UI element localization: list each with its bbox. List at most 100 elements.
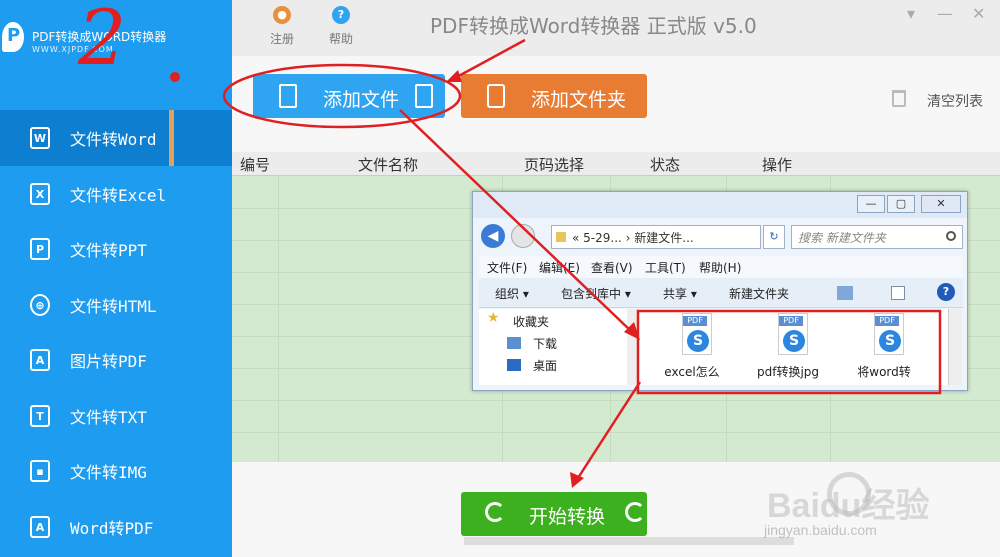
globe-icon: ⊕ [30, 294, 50, 316]
image-file-icon: ▪ [30, 460, 50, 482]
explorer-file-list: PDF S excel怎么 PDF S pdf转换jpg PDF S 将word… [638, 309, 948, 385]
nav-item-label: 收藏夹 [513, 315, 550, 329]
sidebar-item-label: 图片转PDF [70, 352, 147, 371]
clear-list-label: 清空列表 [927, 94, 983, 110]
grid-line [232, 432, 1000, 433]
help-label: 帮助 [328, 32, 353, 46]
explorer-nav-pane: ★ 收藏夹 下载 桌面 [479, 309, 637, 385]
search-input[interactable]: 搜索 新建文件夹 [791, 225, 963, 249]
sidebar-item-label: 文件转PPT [70, 241, 147, 260]
file-item[interactable]: PDF S excel怎么 [646, 313, 738, 381]
register-button[interactable]: ● 注册 [262, 6, 302, 47]
menu-tools[interactable]: 工具(T) [645, 259, 686, 276]
maximize-icon[interactable]: ▢ [887, 195, 915, 213]
start-convert-button[interactable]: 开始转换 [461, 492, 647, 536]
file-item[interactable]: PDF S pdf转换jpg [742, 313, 834, 381]
explorer-titlebar: — ▢ ✕ [473, 192, 967, 218]
sidebar-item-label: 文件转Word [70, 130, 157, 149]
toolbar: 添加文件 添加文件夹 清空列表 [232, 56, 1000, 152]
sidebar-item-html[interactable]: ⊕ 文件转HTML [0, 277, 232, 333]
add-file-button[interactable]: 添加文件 [253, 74, 445, 118]
excel-file-icon: X [30, 183, 50, 205]
help-icon[interactable]: ? [937, 283, 955, 301]
file-list-scrollbar[interactable] [948, 309, 962, 385]
share-button[interactable]: 共享 ▾ [663, 285, 697, 302]
include-in-library-button[interactable]: 包含到库中 ▾ [561, 285, 631, 302]
sidebar-item-label: 文件转TXT [70, 408, 147, 427]
reader-logo-icon: S [879, 330, 901, 352]
back-arrow-icon[interactable]: ◀ [481, 224, 505, 248]
start-convert-label: 开始转换 [529, 506, 606, 528]
menu-edit[interactable]: 编辑(E) [539, 259, 580, 276]
add-folder-button[interactable]: 添加文件夹 [461, 74, 647, 118]
app-title: PDF转换成Word转换器 正式版 v5.0 [430, 14, 757, 38]
star-icon: ★ [487, 310, 500, 326]
folder-icon [487, 84, 505, 108]
sidebar-item-label: 文件转IMG [70, 463, 147, 482]
ppt-file-icon: P [30, 238, 50, 260]
explorer-command-bar: 组织 ▾ 包含到库中 ▾ 共享 ▾ 新建文件夹 ? [479, 278, 963, 308]
refresh-icon [485, 502, 505, 522]
minimize-icon[interactable]: — [857, 195, 885, 213]
logo-area: PDF转换成WORD转换器 WWW.XJPDF.COM [0, 0, 232, 110]
user-icon: ● [273, 6, 291, 24]
address-text: « 5-29... › 新建文件... [572, 231, 694, 245]
preview-pane-icon[interactable] [891, 286, 905, 300]
watermark: Baidu经验 [767, 487, 930, 525]
menu-help[interactable]: 帮助(H) [699, 259, 741, 276]
search-icon [946, 231, 956, 241]
explorer-menubar: 文件(F) 编辑(E) 查看(V) 工具(T) 帮助(H) [479, 256, 963, 278]
sidebar: PDF转换成WORD转换器 WWW.XJPDF.COM W 文件转Word X … [0, 0, 232, 557]
column-header-number: 编号 [240, 156, 271, 174]
trash-icon [892, 90, 906, 107]
sidebar-item-word-to-pdf[interactable]: A Word转PDF [0, 499, 232, 555]
pdf-file-icon: PDF S [778, 313, 808, 355]
sidebar-item-image-to-pdf[interactable]: A 图片转PDF [0, 332, 232, 388]
sidebar-item-img[interactable]: ▪ 文件转IMG [0, 443, 232, 499]
file-item[interactable]: PDF S 将word转 [838, 313, 930, 381]
download-folder-icon [507, 337, 521, 349]
close-icon[interactable]: ✕ [972, 4, 985, 23]
minimize-icon[interactable]: — [937, 4, 953, 23]
column-header-page-select: 页码选择 [524, 156, 585, 174]
menu-view[interactable]: 查看(V) [591, 259, 633, 276]
pdf-file-icon: PDF S [682, 313, 712, 355]
file-name: 将word转 [857, 365, 911, 379]
add-folder-label: 添加文件夹 [531, 89, 627, 111]
sidebar-item-txt[interactable]: T 文件转TXT [0, 388, 232, 444]
grid-line [278, 152, 279, 462]
logo-title: PDF转换成WORD转换器 [32, 30, 167, 44]
view-options-icon[interactable] [837, 286, 853, 300]
menu-file[interactable]: 文件(F) [487, 259, 527, 276]
file-icon [279, 84, 297, 108]
sidebar-item-word[interactable]: W 文件转Word [0, 110, 232, 166]
sidebar-item-excel[interactable]: X 文件转Excel [0, 166, 232, 222]
sidebar-item-label: Word转PDF [70, 519, 154, 538]
nav-scrollbar[interactable] [627, 309, 637, 385]
forward-arrow-icon[interactable] [511, 224, 535, 248]
search-placeholder: 搜索 新建文件夹 [798, 231, 886, 245]
nav-item-label: 下载 [533, 337, 558, 351]
reader-logo-icon: S [687, 330, 709, 352]
refresh-icon [625, 502, 645, 522]
progress-track [464, 537, 794, 545]
file-name: excel怎么 [664, 365, 720, 379]
new-folder-button[interactable]: 新建文件夹 [729, 285, 789, 302]
title-bar: ● 注册 ? 帮助 PDF转换成Word转换器 正式版 v5.0 ▾ — ✕ [232, 0, 1000, 56]
address-bar[interactable]: « 5-29... › 新建文件... [551, 225, 761, 249]
watermark-url: jingyan.baidu.com [764, 522, 877, 538]
organize-button[interactable]: 组织 ▾ [495, 285, 529, 302]
sidebar-item-label: 文件转HTML [70, 297, 157, 316]
file-icon [415, 84, 433, 108]
column-header-status: 状态 [650, 156, 681, 174]
register-label: 注册 [269, 32, 294, 46]
close-icon[interactable]: ✕ [921, 195, 961, 213]
refresh-icon[interactable]: ↻ [763, 225, 785, 249]
desktop-icon [507, 359, 521, 371]
grid-line [232, 400, 1000, 401]
dropdown-icon[interactable]: ▾ [907, 4, 915, 23]
logo-subtitle: WWW.XJPDF.COM [32, 45, 114, 54]
bottom-bar: 开始转换 Baidu经验 jingyan.baidu.com [232, 462, 1000, 557]
sidebar-item-ppt[interactable]: P 文件转PPT [0, 221, 232, 277]
help-button[interactable]: ? 帮助 [321, 6, 361, 47]
